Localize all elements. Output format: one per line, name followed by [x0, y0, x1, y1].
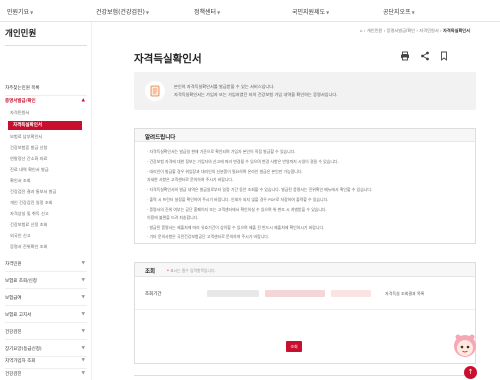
sidebar-item-checkup[interactable]: 건강검진 ▼ [5, 329, 87, 340]
sidebar-item-health[interactable]: 건강검진 ▼ [5, 371, 87, 377]
notice-line: · 건강보험 자격에 대한 정보는 가입자의 신고에 따라 변경될 수 있으며 … [147, 159, 339, 164]
query-title: 조회 [145, 269, 156, 275]
redacted-field [331, 290, 371, 297]
notice-line: · 자격득실확인서는 발급일 현재 기준으로 확인되며 가입자 본인이 직접 발… [147, 149, 296, 154]
notice-header: 알려드립니다 [135, 129, 475, 142]
query-header: 조회 * 표시는 필수 입력항목입니다. [135, 263, 475, 277]
service-info-box: 본인의 자격득실확인서를 발급받을 수 있는 서비스입니다. 자격득실확인서는 … [134, 72, 476, 110]
divider [135, 309, 475, 310]
sidebar-subitem[interactable]: 보험료 납부확인서 [10, 134, 92, 140]
chevron-down-icon: ▼ [81, 278, 85, 283]
chevron-down-icon: ▼ [217, 10, 221, 15]
chevron-down-icon: ▼ [81, 358, 85, 363]
sidebar-item-frequent[interactable]: 자주찾는민원 목록 [5, 85, 87, 96]
sidebar-item-premium[interactable]: 보험료 조회/신청 ▼ [5, 278, 87, 289]
notice-line: · 자격득실확인서의 발급 내역은 발급일로부터 일정 기간 동안 조회할 수 … [147, 187, 373, 192]
redacted-field [265, 290, 325, 297]
info-line-1: 본인의 자격득실확인서를 발급받을 수 있는 서비스입니다. [174, 84, 275, 89]
notice-line: · 출력 시 프린터 설정을 확인하여 주시기 바랍니다. 인쇄가 되지 않을 … [147, 197, 329, 202]
chevron-up-icon: ▲ [81, 98, 85, 103]
breadcrumb-item[interactable]: 증명서발급/확인 [387, 28, 415, 33]
chevron-down-icon: ▼ [145, 10, 149, 15]
chevron-down-icon: ▼ [81, 295, 85, 300]
redacted-field [207, 290, 259, 297]
sidebar-item-regional[interactable]: 지역가입자 조회 ▼ [5, 358, 87, 369]
chevron-down-icon: ▼ [81, 371, 85, 376]
top-navigation: 민원기요▼ 건강보험(건강검진)▼ 정책센터▼ 국민지원제도▼ 공단지오프▼ [0, 0, 500, 22]
chevron-down-icon: ▼ [81, 346, 85, 351]
gnb-item-2[interactable]: 건강보험(건강검진)▼ [96, 7, 149, 16]
chevron-down-icon: ▼ [81, 312, 85, 317]
notice-title: 알려드립니다 [145, 135, 176, 141]
sidebar-item-qualification[interactable]: 자격민원 ▼ [5, 261, 87, 272]
gnb-item-1[interactable]: 민원기요▼ [7, 7, 33, 16]
sidebar-item-active[interactable]: 자격득실확인서 [8, 121, 82, 130]
next-section-divider [134, 375, 476, 380]
gnb-item-4[interactable]: 국민지원제도▼ [292, 7, 329, 16]
gnb-item-5[interactable]: 공단지오프▼ [383, 7, 415, 16]
chevron-down-icon: ▼ [411, 10, 415, 15]
page-title: 자격득실확인서 [134, 53, 202, 65]
sidebar-item-notice[interactable]: 보험료 고지서 ▼ [5, 312, 87, 323]
sidebar-title: 개인민원 [5, 29, 37, 39]
sidebar-item-benefits[interactable]: 보험급여 ▼ [5, 295, 87, 306]
sidebar-subitem[interactable]: 건강보험증 발급 신청 [10, 145, 92, 151]
chevron-down-icon: ▼ [30, 10, 34, 15]
query-result-text: 자격득실 조회결과 목록 [385, 291, 425, 296]
sidebar-item-certificates[interactable]: 증명서발급/확인 ▲ [5, 98, 87, 104]
sidebar-subitem[interactable]: 자격민원서 [10, 110, 92, 116]
notice-line: · 기타 문의사항은 국민건강보험공단 고객센터로 문의하여 주시기 바랍니다. [147, 234, 270, 239]
home-icon[interactable]: ⌂ [360, 28, 363, 33]
chevron-down-icon: ▼ [81, 329, 85, 334]
sidebar-item-ltc[interactable]: 장기요양(등급신청) ▼ [5, 346, 87, 357]
share-icon[interactable] [420, 51, 430, 61]
notice-line: 자세한 사항은 고객센터로 문의하여 주시기 바랍니다. [147, 177, 234, 182]
document-icon [145, 81, 165, 101]
gnb-item-3[interactable]: 정책센터▼ [194, 7, 220, 16]
sidebar-subitem[interactable]: 자격상실 및 취득 신고 [10, 211, 92, 217]
breadcrumb-item[interactable]: 개인민원 [367, 28, 382, 33]
search-button[interactable]: 조회 [286, 341, 302, 352]
sidebar-subitem[interactable]: 개인 건강검진 일정 조회 [10, 200, 92, 206]
required-note: * 표시는 필수 입력항목입니다. [167, 268, 216, 273]
notice-line: · 발급된 증명서는 제출처에 따라 유효기간이 상이할 수 있으며 제출 전 … [147, 225, 325, 230]
chevron-down-icon: ▼ [81, 261, 85, 266]
breadcrumb-current: 자격득실확인서 [443, 28, 470, 33]
sidebar-subitem[interactable]: 연말정산 간소화 자료 [10, 156, 92, 162]
info-line-2: 자격득실확인서는 가입자 또는 가입자였던 자의 건강보험 가입 내역을 확인하… [174, 92, 338, 97]
query-panel: 조회 * 표시는 필수 입력항목입니다. 조회기간 자격득실 조회결과 목록 [134, 262, 476, 364]
query-row-label: 조회기간 [145, 292, 162, 297]
breadcrumb-item[interactable]: 자격민원서 [419, 28, 438, 33]
printer-icon[interactable] [400, 51, 410, 61]
notice-line: · 대리인이 발급할 경우 위임장과 대리인의 신분증이 필요하며 온라인 발급… [147, 169, 303, 174]
sidebar-subitem[interactable]: 확인서 조회 [10, 178, 92, 184]
sidebar-subitem[interactable]: 증명서 진위확인 조회 [10, 244, 92, 250]
notice-panel: 알려드립니다 · 자격득실확인서는 발급일 현재 기준으로 확인되며 가입자 본… [134, 128, 476, 244]
notice-line: · 증명서의 진위 여부는 공단 홈페이지 또는 고객센터에서 확인하실 수 있… [147, 207, 327, 212]
chatbot-mascot-icon[interactable] [452, 333, 478, 361]
sidebar-subitem[interactable]: 건강검진 결과 통보서 발급 [10, 189, 92, 195]
scroll-top-arrow-icon[interactable]: ↑ [464, 366, 477, 379]
sidebar-title-divider [5, 45, 87, 46]
sidebar-subitem[interactable]: 외국인 신고 [10, 233, 92, 239]
breadcrumb: ⌂ › 개인민원 › 증명서발급/확인 › 자격민원서 › 자격득실확인서 [359, 28, 470, 33]
bookmark-icon[interactable] [439, 51, 449, 61]
chevron-down-icon: ▼ [326, 10, 330, 15]
notice-line: 이용에 불편을 드려 죄송합니다. [147, 215, 199, 220]
sidebar-subitem[interactable]: 진료 내역 확인서 발급 [10, 167, 92, 173]
sidebar-subitem[interactable]: 건강보험료 산정 조회 [10, 222, 92, 228]
